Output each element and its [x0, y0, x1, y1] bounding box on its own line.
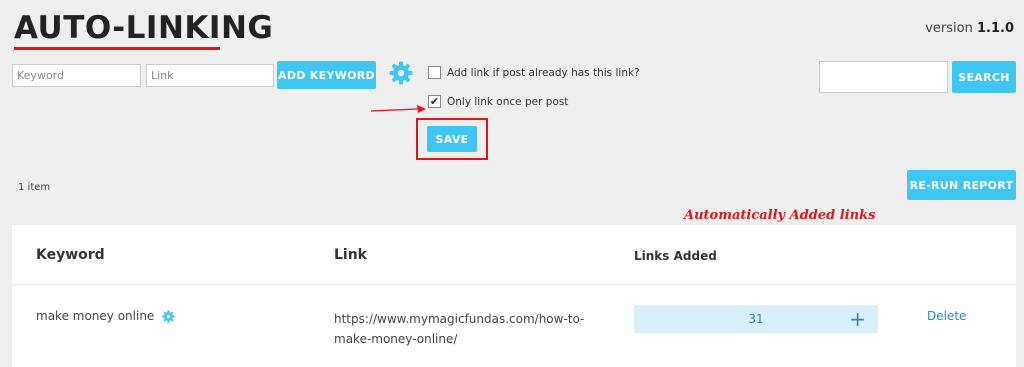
re-run-report-button[interactable]: RE-RUN REPORT: [907, 170, 1016, 200]
add-link-plus-icon[interactable]: +: [849, 306, 866, 332]
column-header-keyword: Keyword: [36, 247, 105, 263]
item-count: 1 item: [18, 182, 51, 193]
add-keyword-button[interactable]: ADD KEYWORD: [277, 61, 376, 89]
delete-link[interactable]: Delete: [927, 309, 966, 323]
link-value-line1: https://www.mymagicfundas.com/how-to-: [334, 312, 585, 326]
keyword-value: make money online: [36, 309, 155, 323]
search-button[interactable]: SEARCH: [952, 61, 1016, 93]
version-info: version 1.1.0: [925, 21, 1014, 36]
once-per-post-checkbox[interactable]: ✔: [428, 95, 441, 108]
add-link-checkbox[interactable]: [428, 66, 441, 79]
version-label: version: [925, 21, 973, 36]
add-link-option-label: Add link if post already has this link?: [447, 66, 640, 79]
link-value-line2: make-money-online/: [334, 332, 458, 346]
keyword-settings-gear-icon[interactable]: [162, 309, 176, 323]
keyword-input[interactable]: [12, 64, 141, 87]
link-cell: https://www.mymagicfundas.com/how-to- ma…: [334, 309, 584, 349]
title-underline: [14, 47, 220, 50]
settings-gear-icon[interactable]: [389, 61, 413, 85]
once-per-post-option-label: Only link once per post: [447, 95, 569, 108]
keyword-cell: make money online: [36, 309, 176, 323]
version-number: 1.1.0: [976, 21, 1014, 36]
column-header-links-added: Links Added: [634, 249, 717, 263]
links-added-count: 31: [748, 312, 764, 326]
annotation-text: Automatically Added links: [684, 208, 876, 223]
save-button[interactable]: SAVE: [427, 126, 477, 152]
option-add-link-row[interactable]: Add link if post already has this link?: [428, 66, 640, 79]
row-divider: [12, 284, 1016, 285]
links-added-cell: 31 +: [634, 305, 878, 333]
option-once-row[interactable]: ✔ Only link once per post: [428, 95, 568, 108]
search-input[interactable]: [819, 61, 948, 93]
column-header-link: Link: [334, 247, 367, 263]
page-title: AUTO-LINKING: [14, 10, 274, 46]
keywords-table: Keyword Link Links Added make money onli…: [12, 225, 1016, 367]
link-input[interactable]: [146, 64, 274, 87]
pointer-arrow-icon: [370, 105, 426, 113]
